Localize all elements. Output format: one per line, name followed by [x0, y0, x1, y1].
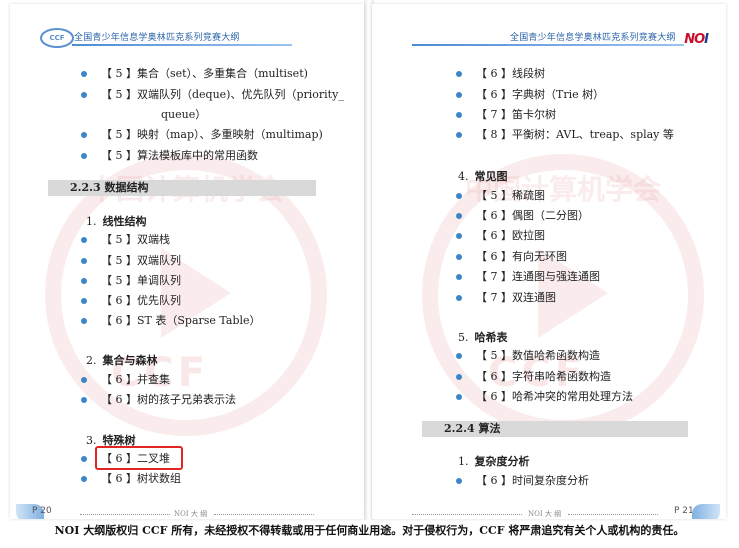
noi-logo-text: NO	[684, 32, 705, 47]
subsection-title: 复杂度分析	[474, 455, 530, 468]
bullet-dot-icon	[81, 132, 87, 138]
bullet-dot-icon	[81, 92, 87, 98]
subsection-heading: 1. 复杂度分析	[458, 453, 530, 469]
bullet-dot-icon	[81, 476, 87, 482]
ccf-logo-icon: CCF	[40, 28, 74, 48]
bullet-dot-icon	[456, 478, 462, 484]
list-item-text: 【 6 】并查集	[101, 373, 170, 386]
list-item-text: 【 5 】双端队列（deque)、优先队列（priority_	[101, 88, 344, 101]
list-item-text: 【 5 】算法模板库中的常用函数	[101, 149, 258, 162]
section-heading-algorithms: 2.2.4 算法	[422, 421, 688, 437]
list-item-text: 【 6 】字典树（Trie 树）	[476, 88, 605, 101]
list-item-text: 【 5 】稀疏图	[476, 189, 545, 202]
bullet-dot-icon	[81, 237, 87, 243]
list-item-text: 【 8 】平衡树：AVL、treap、splay 等	[476, 128, 674, 141]
list-item-text: 【 5 】单调队列	[101, 274, 181, 287]
bullet-dot-icon	[81, 318, 87, 324]
bullet-dot-icon	[456, 394, 462, 400]
subsection-title: 常见图	[474, 170, 508, 183]
section-heading-data-structures: 2.2.3 数据结构	[48, 180, 316, 196]
bullet-dot-icon	[456, 374, 462, 380]
highlight-box	[95, 446, 183, 470]
list-item-text: 【 6 】字符串哈希函数构造	[476, 370, 611, 383]
bullet-dot-icon	[456, 71, 462, 77]
right-header-line	[412, 44, 684, 46]
page-number: P 21	[674, 506, 694, 516]
footer-label: NOI 大 纲	[528, 510, 562, 518]
subsection-heading: 1. 线性结构	[86, 213, 147, 229]
subsection-heading: 2. 集合与森林	[86, 352, 158, 368]
footer-divider	[80, 514, 170, 515]
right-header-title: 全国青少年信息学奥林匹克系列竞赛大纲	[510, 33, 676, 43]
list-item-text: 【 6 】哈希冲突的常用处理方法	[476, 390, 633, 403]
subsection-number: 2.	[86, 354, 97, 367]
page-number: P 20	[32, 506, 52, 516]
list-item-text: 【 5 】集合（set）、多重集合（multiset)	[101, 67, 308, 80]
subsection-title: 集合与森林	[102, 354, 158, 367]
list-item-text: 【 6 】ST 表（Sparse Table）	[101, 314, 261, 327]
bullet-dot-icon	[456, 132, 462, 138]
bullet-dot-icon	[81, 71, 87, 77]
list-item-text: 【 5 】双端队列	[101, 254, 181, 267]
footer-divider	[214, 514, 314, 515]
bullet-dot-icon	[456, 233, 462, 239]
subsection-heading: 4. 常见图	[458, 168, 508, 184]
right-page: 全国青少年信息学奥林匹克系列竞赛大纲 NOI 中国计算机学会 CCF 【 6 】…	[372, 4, 726, 519]
bullet-dot-icon	[456, 112, 462, 118]
bullet-dot-icon	[81, 298, 87, 304]
list-item-text: 【 5 】数值哈希函数构造	[476, 349, 600, 362]
list-item-text: 【 6 】优先队列	[101, 294, 181, 307]
wing-decoration-icon	[692, 504, 720, 519]
list-item-text: 【 7 】连通图与强连通图	[476, 270, 600, 283]
subsection-title: 哈希表	[474, 331, 508, 344]
bullet-dot-icon	[456, 193, 462, 199]
footer-divider	[568, 514, 658, 515]
list-item-text: 【 6 】有向无环图	[476, 250, 567, 263]
bullet-dot-icon	[81, 258, 87, 264]
noi-logo-icon: NOI	[684, 32, 709, 47]
left-header-title: 全国青少年信息学奥林匹克系列竞赛大纲	[74, 33, 240, 43]
footer-divider	[412, 514, 522, 515]
list-item-text: 【 5 】映射（map）、多重映射（multimap)	[101, 128, 323, 141]
bullet-dot-icon	[456, 213, 462, 219]
footer-label: NOI 大 纲	[174, 510, 208, 518]
left-header-line	[72, 44, 292, 46]
subsection-number: 1.	[458, 455, 469, 468]
list-item-text: 【 5 】双端栈	[101, 233, 170, 246]
bullet-dot-icon	[456, 92, 462, 98]
bullet-dot-icon	[456, 274, 462, 280]
bullet-dot-icon	[81, 377, 87, 383]
bullet-dot-icon	[456, 295, 462, 301]
bullet-dot-icon	[456, 353, 462, 359]
subsection-number: 3.	[86, 434, 97, 447]
bullet-dot-icon	[81, 397, 87, 403]
subsection-number: 5.	[458, 331, 469, 344]
noi-logo-text-i: I	[704, 32, 709, 47]
list-item-text: 【 7 】笛卡尔树	[476, 108, 556, 121]
bullet-dot-icon	[81, 278, 87, 284]
subsection-number: 4.	[458, 170, 469, 183]
subsection-heading: 5. 哈希表	[458, 329, 508, 345]
copyright-notice: NOI 大纲版权归 CCF 所有，未经授权不得转载或用于任何商业用途。对于侵权行…	[54, 524, 685, 537]
list-item-text: 【 6 】时间复杂度分析	[476, 474, 589, 487]
list-item-text: 【 6 】偶图（二分图）	[476, 209, 589, 222]
list-item-text: 【 6 】线段树	[476, 67, 545, 80]
bullet-dot-icon	[81, 456, 87, 462]
list-item-text: 【 6 】欧拉图	[476, 229, 545, 242]
left-page: CCF 全国青少年信息学奥林匹克系列竞赛大纲 中国计算机学会 CCF 【 5 】…	[10, 4, 364, 519]
subsection-number: 1.	[86, 215, 97, 228]
bullet-dot-icon	[456, 254, 462, 260]
subsection-title: 线性结构	[102, 215, 147, 228]
list-item-text: 【 6 】树的孩子兄弟表示法	[101, 393, 236, 406]
list-item-text: 【 7 】双连通图	[476, 291, 556, 304]
list-item-text: queue）	[161, 108, 207, 121]
bullet-dot-icon	[81, 153, 87, 159]
list-item-text: 【 6 】树状数组	[101, 472, 181, 485]
